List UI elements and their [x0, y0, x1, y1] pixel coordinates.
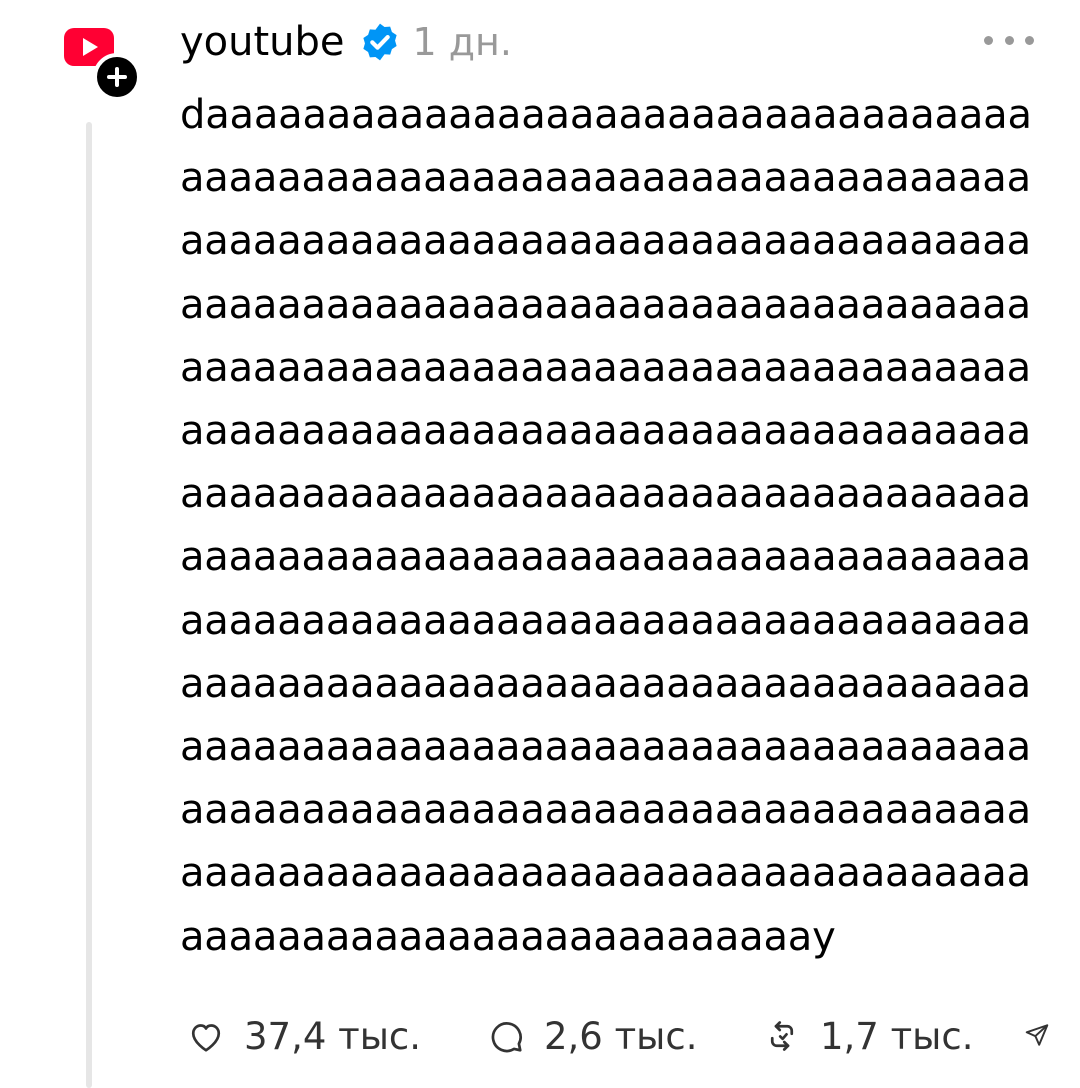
share-icon	[1025, 1024, 1049, 1046]
more-options-button[interactable]	[984, 20, 1034, 60]
reply-button[interactable]: 2,6 тыс.	[488, 1018, 764, 1055]
like-button[interactable]: 37,4 тыс.	[188, 1018, 488, 1055]
repost-button[interactable]: 1,7 тыс.	[764, 1018, 1004, 1055]
plus-icon	[107, 67, 127, 87]
post-timestamp: 1 дн.	[412, 20, 512, 64]
reply-count: 2,6 тыс.	[544, 1014, 698, 1058]
follow-button[interactable]	[93, 53, 141, 101]
verified-badge-icon	[362, 23, 397, 61]
comment-icon	[491, 1022, 522, 1053]
action-bar: 37,4 тыс. 2,6 тыс. 1,7 тыс.	[188, 1004, 1004, 1068]
more-horizontal-icon	[984, 35, 993, 45]
repost-count: 1,7 тыс.	[820, 1014, 974, 1058]
post-text: daaaaaaaaaaaaaaaaaaaaaaaaaaaaaaaaaaaaaaa…	[180, 92, 1032, 960]
thread-line	[86, 122, 92, 1088]
share-button[interactable]	[1024, 1022, 1050, 1048]
username[interactable]: youtube	[180, 22, 345, 62]
post-header: youtube 1 дн.	[180, 14, 512, 70]
heart-icon	[191, 1024, 221, 1052]
repost-icon	[770, 1021, 794, 1051]
like-count: 37,4 тыс.	[244, 1014, 422, 1058]
